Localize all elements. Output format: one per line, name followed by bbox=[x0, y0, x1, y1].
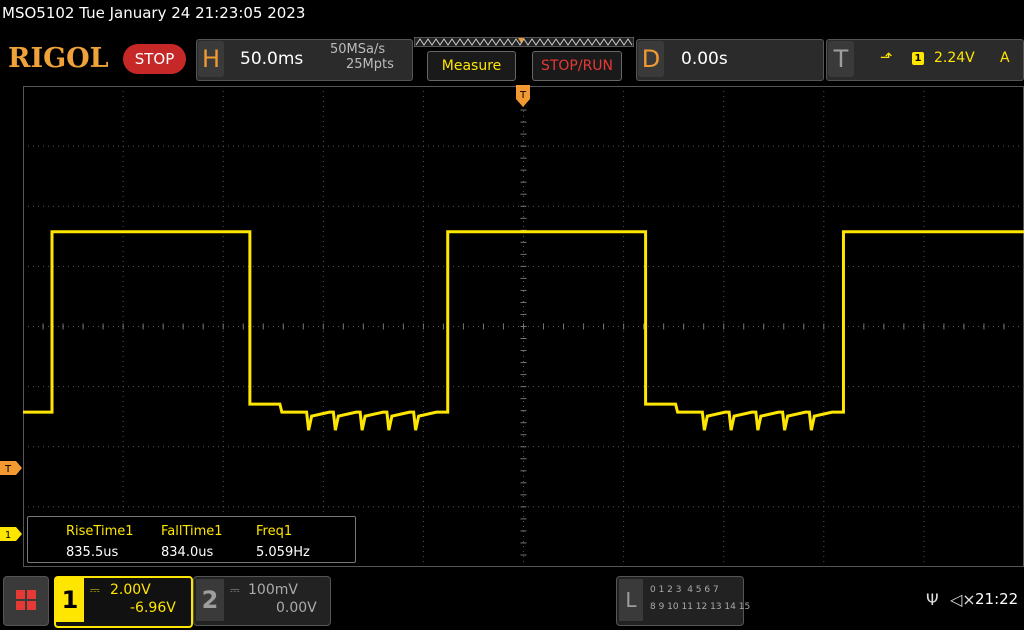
measurement-panel[interactable]: RiseTime1 835.5us FallTime1 834.0us Freq… bbox=[27, 516, 356, 563]
channel2-scale: 100mV bbox=[248, 582, 298, 598]
measurement-value: 834.0us bbox=[161, 545, 214, 560]
measurement-name: FallTime1 bbox=[161, 524, 223, 539]
trigger-level-label: T bbox=[4, 464, 12, 475]
trigger-source: 1 bbox=[912, 52, 924, 65]
run-state-badge[interactable]: STOP bbox=[123, 44, 186, 74]
channel2-number: 2 bbox=[196, 579, 224, 621]
mute-icon[interactable]: ◁× bbox=[950, 590, 976, 609]
timebase-value: 50.0ms bbox=[240, 49, 304, 69]
trigger-label: T bbox=[828, 41, 854, 77]
memory-overview-track bbox=[414, 37, 634, 47]
channel1-offset-marker[interactable]: 1 bbox=[0, 527, 22, 541]
memory-depth: 25Mpts bbox=[346, 57, 394, 72]
stop-run-button[interactable]: STOP/RUN bbox=[532, 51, 622, 81]
channel1-offset: -6.96V bbox=[130, 600, 176, 616]
waveform-graticule[interactable] bbox=[23, 86, 1024, 567]
status-title: MSO5102 Tue January 24 21:23:05 2023 bbox=[2, 4, 306, 22]
measurement-value: 5.059Hz bbox=[256, 545, 310, 560]
sample-rate: 50MSa/s bbox=[330, 42, 386, 57]
dc-coupling-icon: ⎓ bbox=[230, 583, 240, 597]
trigger-level-marker[interactable]: T bbox=[0, 461, 22, 475]
delay-panel[interactable] bbox=[636, 39, 824, 81]
dc-coupling-icon: ⎓ bbox=[90, 583, 100, 597]
delay-value: 0.00s bbox=[681, 49, 728, 69]
logic-label: L bbox=[619, 579, 643, 621]
grid-menu-icon bbox=[16, 590, 36, 610]
rising-edge-icon: ⬏ bbox=[880, 48, 893, 66]
trigger-position-label: T bbox=[519, 90, 527, 101]
trigger-mode: A bbox=[1000, 50, 1010, 66]
channel1-marker-label: 1 bbox=[5, 530, 11, 541]
delay-label: D bbox=[638, 41, 664, 77]
logic-channels-row: 0 1 2 3 4 5 6 7 bbox=[650, 585, 719, 595]
measurement-name: Freq1 bbox=[256, 524, 293, 539]
measurement-name: RiseTime1 bbox=[66, 524, 134, 539]
main-menu-button[interactable] bbox=[3, 576, 49, 626]
brand-logo: RIGOL bbox=[8, 43, 109, 74]
trigger-position-marker[interactable]: T bbox=[516, 85, 530, 109]
measure-button[interactable]: Measure bbox=[427, 51, 516, 81]
trigger-panel[interactable] bbox=[826, 39, 1024, 81]
horizontal-label: H bbox=[198, 41, 224, 77]
logic-channels-row: 8 9 10 11 12 13 14 15 bbox=[650, 602, 751, 612]
channel1-scale: 2.00V bbox=[110, 582, 151, 598]
channel2-offset: 0.00V bbox=[276, 600, 317, 616]
system-clock: 21:22 bbox=[975, 590, 1019, 608]
channel1-number: 1 bbox=[56, 578, 84, 622]
trigger-level: 2.24V bbox=[934, 50, 975, 66]
measurement-value: 835.5us bbox=[66, 545, 119, 560]
usb-icon[interactable]: Ψ bbox=[926, 590, 939, 609]
